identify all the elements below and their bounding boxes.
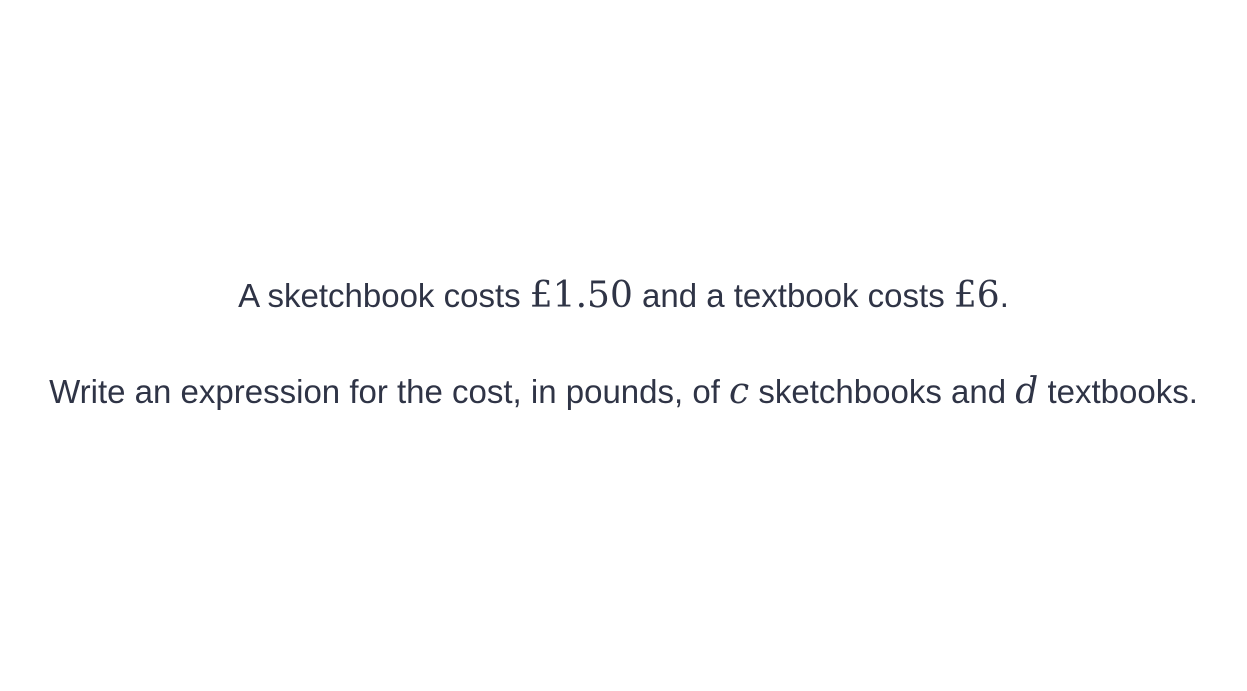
variable-d: d (1015, 371, 1039, 412)
variable-c: c (729, 371, 750, 412)
prompt-text-middle: sketchbooks and (758, 373, 1007, 410)
prompt-text-start: Write an expression for the cost, in pou… (49, 373, 720, 410)
prices-text-end: . (999, 277, 1009, 314)
question-line-prompt: Write an expression for the cost, in pou… (44, 367, 1204, 416)
prompt-text-end: textbooks. (1047, 373, 1198, 410)
prices-text-middle: and a textbook costs (642, 277, 945, 314)
page: A sketchbook costs £1.50 and a textbook … (0, 0, 1247, 691)
textbook-price: £6 (953, 275, 1000, 316)
sketchbook-price: £1.50 (529, 275, 633, 316)
prices-text-start: A sketchbook costs (238, 277, 521, 314)
question-line-prices: A sketchbook costs £1.50 and a textbook … (44, 271, 1204, 320)
question-text: A sketchbook costs £1.50 and a textbook … (44, 271, 1204, 416)
